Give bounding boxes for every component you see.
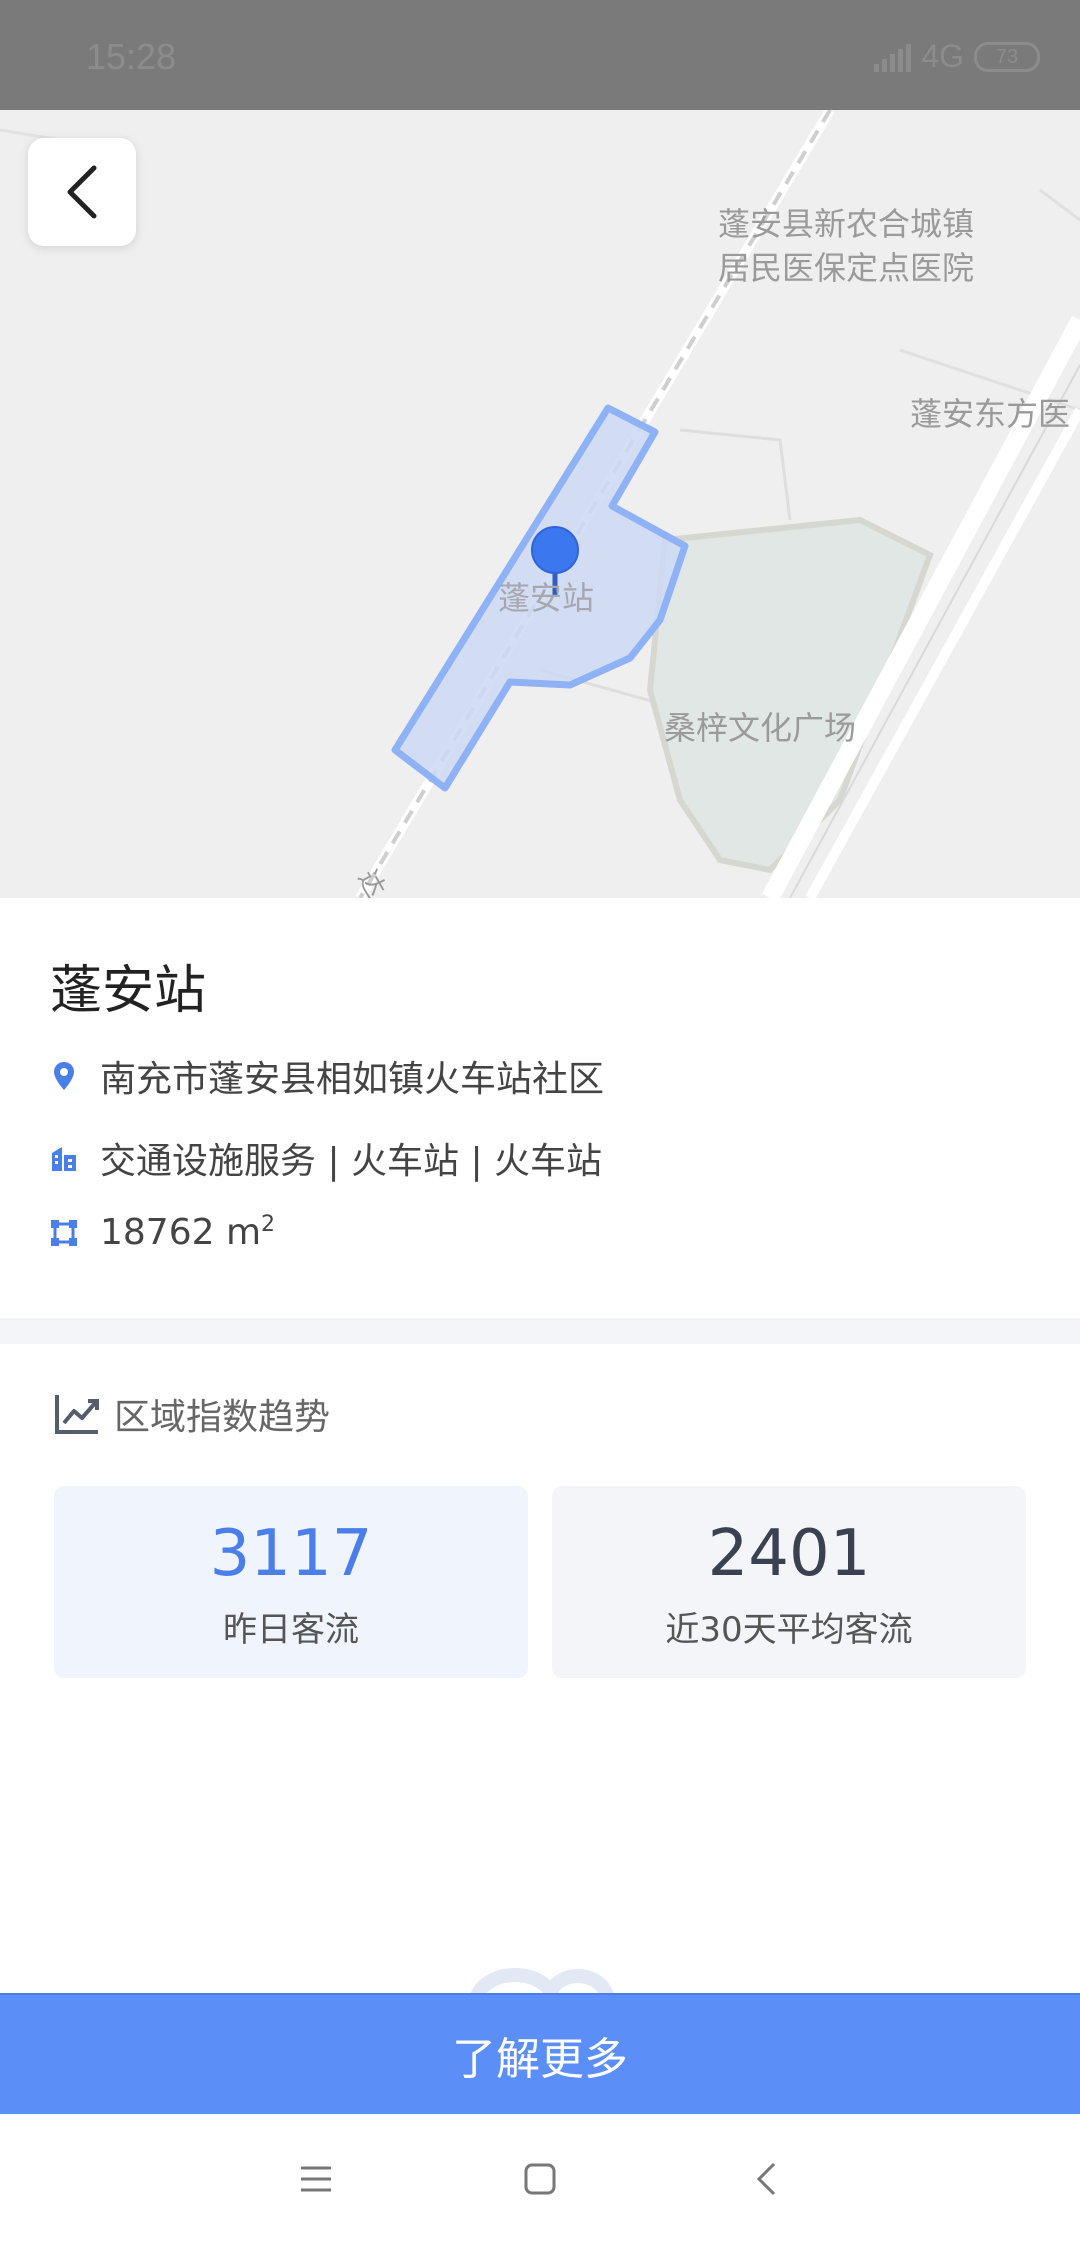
address-text: 南充市蓬安县相如镇火车站社区 (100, 1059, 605, 1100)
map-view[interactable]: 蓬安县新农合城镇 居民医保定点医院 蓬安东方医 蓬安站 桑梓文化广场 达 (0, 110, 1080, 898)
home-button[interactable] (510, 2149, 570, 2209)
address-row: 南充市蓬安县相如镇火车站社区 (50, 1050, 604, 1102)
nav-back-button[interactable] (736, 2149, 796, 2209)
area-value: 18762 m (100, 1212, 262, 1253)
section-divider (0, 1318, 1080, 1344)
trend-header: 区域指数趋势 (54, 1388, 330, 1440)
place-info: 蓬安站 南充市蓬安县相如镇火车站社区 交通设施服务 | 火车站 | 火车站 18… (0, 898, 1080, 1318)
nav-back-icon (756, 2162, 776, 2196)
network-type: 4G (921, 38, 964, 74)
signal-icon (874, 42, 912, 72)
back-icon (67, 165, 97, 219)
map-label-hospital: 蓬安县新农合城镇 居民医保定点医院 (718, 205, 975, 287)
battery-icon: 73 (974, 41, 1040, 72)
area-icon (50, 1217, 78, 1249)
place-title: 蓬安站 (50, 961, 207, 1021)
category-row: 交通设施服务 | 火车站 | 火车站 (50, 1132, 602, 1184)
avg-flow-card[interactable]: 2401 近30天平均客流 (552, 1486, 1026, 1678)
yesterday-flow-card[interactable]: 3117 昨日客流 (54, 1486, 528, 1678)
trend-chart-icon (55, 1395, 99, 1434)
category-text: 交通设施服务 | 火车站 | 火车站 (100, 1141, 603, 1182)
learn-more-button[interactable]: 了解更多 (0, 1993, 1080, 2117)
back-button[interactable] (28, 138, 136, 246)
yesterday-flow-label: 昨日客流 (223, 1610, 359, 1650)
trend-title: 区域指数趋势 (114, 1397, 331, 1438)
status-bar: 15:28 4G 73 (0, 0, 1080, 110)
system-nav-bar (0, 2114, 1080, 2244)
location-pin-icon (50, 1060, 78, 1092)
status-time: 15:28 (86, 36, 177, 77)
home-icon (524, 2163, 556, 2195)
area-text: 18762 m2 (100, 1212, 275, 1253)
building-icon (50, 1142, 78, 1174)
menu-button[interactable] (286, 2149, 346, 2209)
map-label-plaza: 桑梓文化广场 (664, 709, 857, 747)
avg-flow-value: 2401 (707, 1517, 871, 1591)
avg-flow-label: 近30天平均客流 (665, 1610, 913, 1650)
yesterday-flow-value: 3117 (209, 1517, 373, 1591)
area-row: 18762 m2 (50, 1212, 275, 1253)
map-label-station: 蓬安站 (498, 579, 595, 617)
status-right: 4G 73 (874, 38, 1040, 75)
map-label-east-hospital: 蓬安东方医 (910, 395, 1071, 433)
area-unit-sup: 2 (261, 1212, 276, 1237)
menu-icon (301, 2166, 331, 2192)
